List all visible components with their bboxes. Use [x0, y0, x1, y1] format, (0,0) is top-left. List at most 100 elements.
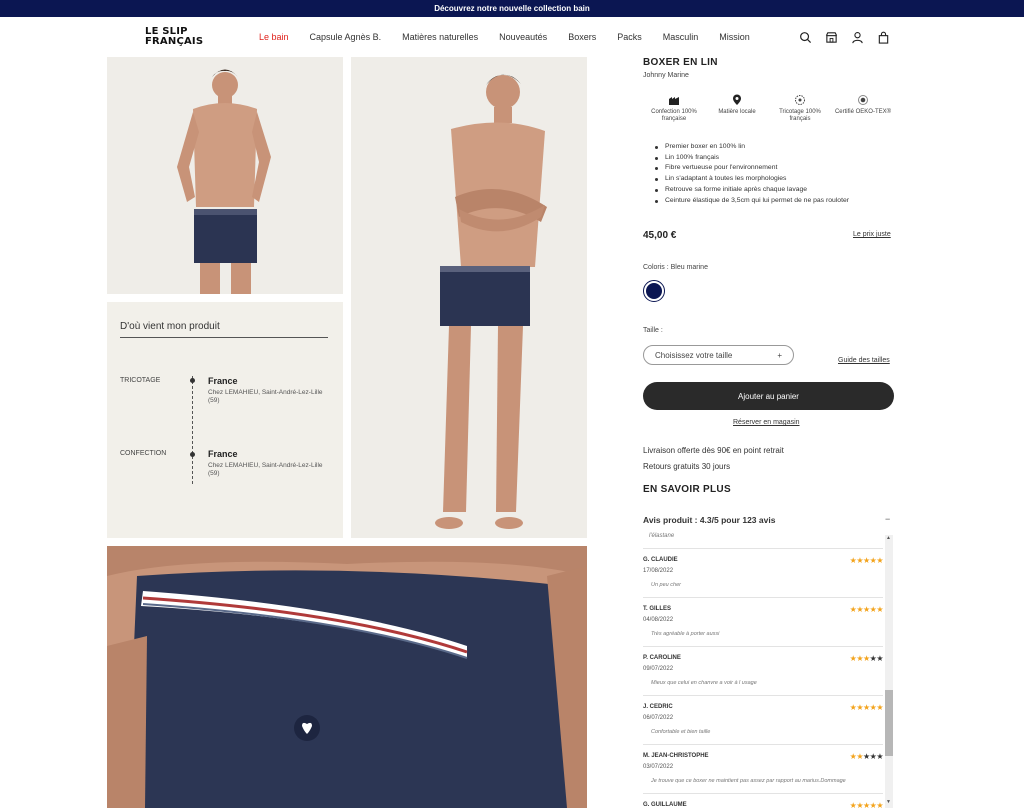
review-date: 03/07/2022: [643, 764, 674, 770]
site-header: LE SLIP FRANÇAIS Le bain Capsule Agnès B…: [0, 17, 1024, 57]
nav-item-masculin[interactable]: Masculin: [663, 32, 699, 42]
shipping-info: Livraison offerte dès 90€ en point retra…: [643, 446, 784, 455]
bullet-item: Ceinture élastique de 3,5cm qui lui perm…: [655, 196, 895, 207]
bullet-item: Fibre vertueuse pour l'environnement: [655, 163, 895, 174]
product-price: 45,00 €: [643, 230, 677, 241]
divider: [120, 337, 328, 338]
star-icon: ★: [856, 654, 863, 663]
timeline-dot: [190, 452, 195, 457]
star-icon: ★: [856, 556, 863, 565]
reviews-heading[interactable]: Avis produit : 4.3/5 pour 123 avis: [643, 515, 894, 525]
review-text: l'élastane: [649, 533, 675, 539]
size-select-placeholder: Choisissez votre taille: [655, 351, 733, 360]
star-icon: ★: [876, 752, 883, 761]
review-item: M. JEAN-CHRISTOPHE 03/07/2022 Je trouve …: [643, 745, 883, 794]
review-item: T. GILLES 04/08/2022 Très agréable à por…: [643, 598, 883, 647]
nav-item-boxers[interactable]: Boxers: [568, 32, 596, 42]
origin-address: Chez LEMAHIEU, Saint-André-Lez-Lille (59…: [208, 389, 323, 404]
origin-panel: D'où vient mon produit TRICOTAGE France …: [107, 302, 343, 538]
bullet-item: Retrouve sa forme initiale après chaque …: [655, 185, 895, 196]
feature-local: Matière locale: [706, 94, 768, 123]
review-author: M. JEAN-CHRISTOPHE: [643, 753, 709, 759]
origin-step-label: TRICOTAGE: [120, 377, 161, 384]
star-icon: ★: [856, 801, 863, 808]
star-icon: ★: [876, 801, 883, 808]
star-icon: ★: [876, 605, 883, 614]
nav-item-matieres[interactable]: Matières naturelles: [402, 32, 478, 42]
factory-icon: [668, 94, 680, 106]
learn-more-heading[interactable]: EN SAVOIR PLUS: [643, 484, 731, 495]
scroll-up-icon[interactable]: ▲: [886, 535, 891, 541]
star-icon: ★: [862, 556, 870, 565]
star-rating: ★★★★★: [850, 556, 884, 565]
review-item: G. CLAUDIE 17/08/2022 Un peu cher ★★★★★: [643, 549, 883, 598]
size-label: Taille :: [643, 327, 663, 334]
reviews-scrollbar-thumb[interactable]: [885, 690, 893, 756]
collapse-icon[interactable]: −: [885, 514, 890, 524]
header-icons: [799, 31, 903, 44]
nav-item-le-bain[interactable]: Le bain: [259, 32, 289, 42]
promo-banner[interactable]: Découvrez notre nouvelle collection bain: [0, 0, 1024, 17]
product-image-front[interactable]: [107, 57, 343, 294]
nav-item-mission[interactable]: Mission: [719, 32, 750, 42]
star-icon: ★: [876, 556, 883, 565]
star-icon: ★: [862, 752, 870, 761]
promo-text: Découvrez notre nouvelle collection bain: [434, 4, 590, 13]
fair-price-link[interactable]: Le prix juste: [853, 231, 891, 238]
origin-timeline: [192, 376, 193, 484]
review-date: 09/07/2022: [643, 666, 674, 672]
color-label: Coloris : Bleu marine: [643, 264, 708, 271]
star-icon: ★: [876, 654, 883, 663]
account-icon[interactable]: [851, 31, 864, 44]
reviews-list[interactable]: l'élastane G. CLAUDIE 17/08/2022 Un peu …: [643, 532, 894, 808]
product-features: Confection 100% française Matière locale…: [643, 94, 894, 123]
star-icon: ★: [862, 703, 870, 712]
add-to-cart-button[interactable]: Ajouter au panier: [643, 382, 894, 410]
feature-knitting: Tricotage 100% français: [769, 94, 831, 123]
star-rating: ★★★★★: [850, 703, 884, 712]
logo[interactable]: LE SLIP FRANÇAIS: [145, 27, 203, 47]
star-icon: ★: [862, 801, 870, 808]
bullet-item: Premier boxer en 100% lin: [655, 142, 895, 153]
main-nav: Le bain Capsule Agnès B. Matières nature…: [259, 32, 771, 42]
star-icon: ★: [856, 605, 863, 614]
star-rating: ★★★★★: [850, 605, 884, 614]
color-swatch-navy[interactable]: [643, 280, 665, 302]
star-icon: ★: [856, 703, 863, 712]
nav-item-capsule[interactable]: Capsule Agnès B.: [310, 32, 382, 42]
review-date: 17/08/2022: [643, 568, 674, 574]
size-guide-link[interactable]: Guide des tailles: [838, 357, 890, 364]
star-icon: ★: [856, 752, 863, 761]
review-text: Un peu cher: [651, 582, 681, 588]
review-item: J. CEDRIC 06/07/2022 Confortable et bien…: [643, 696, 883, 745]
product-image-closeup[interactable]: [107, 546, 587, 808]
bullet-item: Lin 100% français: [655, 153, 895, 164]
knitting-icon: [794, 94, 806, 106]
feature-oekotex: Certifié OEKO-TEX®: [832, 94, 894, 123]
star-icon: ★: [862, 654, 870, 663]
reviews-scrollbar[interactable]: [885, 535, 893, 808]
origin-step-label: CONFECTION: [120, 450, 167, 457]
nav-item-nouveautes[interactable]: Nouveautés: [499, 32, 547, 42]
origin-address: Chez LEMAHIEU, Saint-André-Lez-Lille (59…: [208, 462, 323, 477]
reserve-in-store-link[interactable]: Réserver en magasin: [733, 419, 800, 426]
scroll-down-icon[interactable]: ▼: [886, 799, 891, 805]
origin-country: France: [208, 376, 238, 386]
timeline-dot: [190, 378, 195, 383]
size-select[interactable]: Choisissez votre taille +: [643, 345, 794, 365]
star-icon: ★: [862, 605, 870, 614]
plus-icon: +: [777, 351, 782, 360]
product-title: BOXER EN LIN: [643, 57, 718, 68]
search-icon[interactable]: [799, 31, 812, 44]
certified-icon: [857, 94, 869, 106]
origin-title: D'où vient mon produit: [120, 321, 220, 332]
review-item: P. CAROLINE 09/07/2022 Mieux que celui e…: [643, 647, 883, 696]
store-icon[interactable]: [825, 31, 838, 44]
nav-item-packs[interactable]: Packs: [617, 32, 642, 42]
review-author: G. GUILLAUME: [643, 802, 687, 808]
review-author: T. GILLES: [643, 606, 672, 612]
location-pin-icon: [731, 94, 743, 106]
product-image-full-body[interactable]: [351, 57, 587, 538]
cart-icon[interactable]: [877, 31, 890, 44]
review-author: P. CAROLINE: [643, 655, 681, 661]
